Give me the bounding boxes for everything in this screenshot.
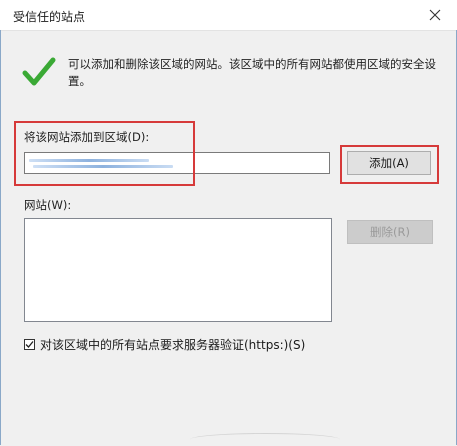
zone-description: 可以添加和删除该区域的网站。该区域中的所有网站都使用区域的安全设置。 bbox=[68, 57, 436, 88]
add-site-label: 将该网站添加到区域(D): bbox=[24, 130, 150, 144]
page-curl-shadow bbox=[190, 433, 340, 446]
sites-label: 网站(W): bbox=[24, 198, 72, 212]
input-text-redacted bbox=[33, 165, 173, 168]
window-border-left bbox=[0, 30, 1, 445]
site-url-input[interactable] bbox=[24, 152, 330, 174]
close-button[interactable] bbox=[413, 0, 457, 30]
window-title: 受信任的站点 bbox=[13, 10, 86, 24]
title-bar: 受信任的站点 bbox=[0, 0, 457, 31]
checkmark-icon bbox=[22, 57, 56, 86]
checkbox-check-icon bbox=[25, 341, 34, 348]
https-checkbox-row[interactable]: 对该区域中的所有站点要求服务器验证(https:)(S) bbox=[24, 336, 305, 353]
https-checkbox[interactable] bbox=[24, 339, 35, 350]
remove-button[interactable]: 删除(R) bbox=[347, 220, 433, 244]
add-button[interactable]: 添加(A) bbox=[347, 151, 431, 175]
close-icon bbox=[429, 9, 441, 21]
sites-list[interactable] bbox=[24, 218, 332, 322]
input-text-redacted bbox=[29, 159, 149, 162]
https-checkbox-label: 对该区域中的所有站点要求服务器验证(https:)(S) bbox=[40, 338, 306, 352]
